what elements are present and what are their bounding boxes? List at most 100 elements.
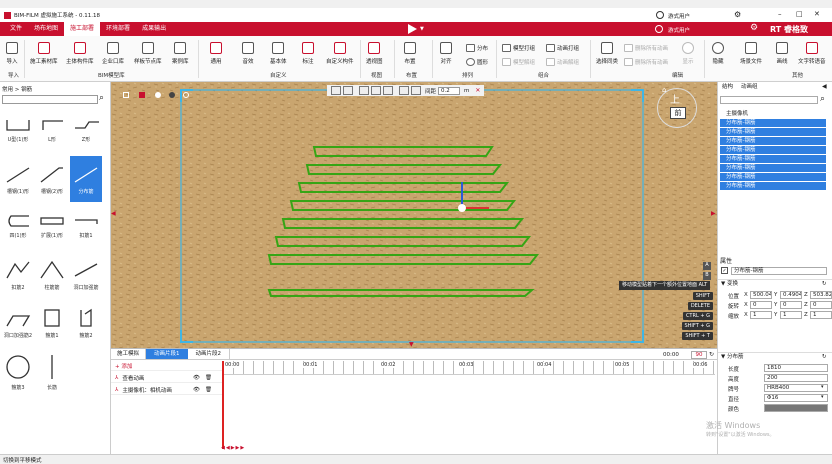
height-field[interactable]: 200	[764, 374, 828, 382]
user-label[interactable]: 游式用户	[668, 12, 690, 20]
settings-gear-icon[interactable]: ⚙	[750, 23, 758, 33]
spacing-input[interactable]: 0.2	[438, 86, 461, 95]
diameter-dropdown-icon[interactable]: ▾	[821, 394, 824, 400]
shape-column-rebar[interactable]: 柱筋筋	[36, 260, 68, 291]
align-right-icon[interactable]	[383, 86, 393, 95]
settings-icon[interactable]: ⚙	[734, 10, 741, 19]
material-library-button[interactable]: 施工素材库	[30, 42, 58, 65]
rotation-x[interactable]: 0	[750, 301, 772, 309]
tab-construction-sim[interactable]: 施工模拟	[111, 349, 147, 359]
case-library-button[interactable]: 案例库	[172, 42, 189, 65]
length-field[interactable]: 1810	[764, 364, 828, 372]
tab-animation-group[interactable]: 动画组	[737, 82, 762, 93]
menu-tab-file[interactable]: 文件	[4, 22, 28, 36]
track-camera-animation[interactable]: ⅄ 主摄像机：相机动画 👁 🗑	[111, 385, 223, 395]
circle-button[interactable]: 圆形	[466, 58, 488, 66]
close-toolbar-icon[interactable]: ✕	[475, 87, 480, 94]
stack-icon[interactable]	[399, 86, 409, 95]
menu-tab-environment[interactable]: 环境部署	[100, 22, 136, 36]
draw-line-button[interactable]: 画线	[776, 42, 788, 65]
user-avatar-icon[interactable]	[656, 11, 664, 19]
light-icon[interactable]	[155, 92, 161, 98]
visibility-icon[interactable]: 👁	[193, 387, 200, 393]
shape-u1[interactable]: U型(1)形	[2, 118, 34, 143]
close-button[interactable]: ✕	[814, 10, 820, 18]
text-to-speech-button[interactable]: 文字转语音	[798, 42, 826, 65]
snap-face-icon[interactable]	[343, 86, 353, 95]
camera-icon[interactable]	[139, 92, 145, 98]
3d-viewport[interactable]: 间距 0.2 m ✕ 上 前 ⌂ A B 移动模型贴着下一个额外位置地面 ALT…	[111, 82, 717, 348]
tab-animation-clip-1[interactable]: 动画片段1	[146, 349, 188, 359]
show-button[interactable]: 显示	[682, 42, 694, 65]
timeline-ruler[interactable]: 00:00 00:01 00:02 00:03 00:04 00:05 00:0…	[223, 361, 715, 375]
shape-z[interactable]: Z形	[70, 118, 102, 143]
tab-animation-clip-2[interactable]: 动画片段2	[188, 349, 231, 359]
shape-distribution-rebar[interactable]: 分布筋	[70, 156, 102, 202]
shape-channel-2[interactable]: 槽钢(2)形	[36, 166, 68, 195]
play-icon[interactable]	[408, 24, 417, 34]
view-cube[interactable]: 上 前	[657, 88, 697, 128]
menu-tab-site-map[interactable]: 场布地图	[28, 22, 64, 36]
group-animation-button[interactable]: 动画打组	[546, 44, 579, 52]
tree-item[interactable]: 分布筋-钢筋	[720, 119, 826, 127]
shape-opening-reinforce-2[interactable]: 洞口加强筋2	[2, 308, 34, 339]
scale-x[interactable]: 1	[750, 311, 772, 319]
render-icon[interactable]	[169, 92, 175, 98]
shape-clasp-1[interactable]: 扣筋1	[70, 214, 102, 239]
import-button[interactable]: 导入	[6, 42, 18, 65]
ungroup-animation-button[interactable]: 动画解组	[546, 58, 579, 66]
maximize-button[interactable]: □	[796, 10, 803, 18]
tree-item[interactable]: 分布筋-钢筋	[720, 128, 826, 136]
layout-button[interactable]: 布置	[404, 42, 416, 65]
home-view-icon[interactable]: ⌂	[662, 86, 666, 94]
tree-root[interactable]: 主摄像机	[726, 109, 748, 117]
side-icon-a[interactable]: A	[703, 262, 711, 270]
position-y[interactable]: 0.4904	[780, 291, 802, 299]
view-cube-front[interactable]: 前	[670, 107, 686, 119]
tree-item[interactable]: 分布筋-钢筋	[720, 146, 826, 154]
delete-track-icon[interactable]: 🗑	[205, 375, 212, 381]
enterprise-library-button[interactable]: 企业口库	[102, 42, 124, 65]
distribute-button[interactable]: 分布	[466, 44, 488, 52]
ungroup-model-button[interactable]: 模型解组	[502, 58, 535, 66]
timeline-add-row[interactable]: + 添加	[111, 361, 223, 371]
align-left-icon[interactable]	[359, 86, 369, 95]
tree-item[interactable]: 分布筋-钢筋	[720, 182, 826, 190]
select-same-button[interactable]: 选择同类	[596, 42, 618, 65]
grade-dropdown-icon[interactable]: ▾	[821, 384, 824, 390]
shape-stirrup-2[interactable]: 箍筋2	[70, 308, 102, 339]
position-z[interactable]: 503.82	[810, 291, 832, 299]
scene-file-button[interactable]: 场景文件	[740, 42, 762, 65]
custom-component-button[interactable]: 自定义构件	[326, 42, 354, 65]
sky-icon[interactable]	[183, 92, 189, 98]
view-mode-icon[interactable]	[123, 92, 129, 98]
shape-long-rebar[interactable]: 长筋	[36, 354, 68, 391]
annotation-button[interactable]: 标注	[302, 42, 314, 65]
tab-structure[interactable]: 结构	[718, 82, 737, 93]
shape-stirrup-3[interactable]: 箍筋3	[2, 354, 34, 391]
transform-reset-icon[interactable]: ↻	[822, 280, 827, 289]
search-icon[interactable]: ⌕	[99, 93, 104, 103]
rebar-header[interactable]: ▼ 分布筋 ↻	[718, 352, 832, 361]
collapse-bottom-icon[interactable]: ▼	[409, 341, 414, 348]
playback-controls[interactable]: ◀◀▶▶▶	[221, 445, 245, 451]
group-model-button[interactable]: 模型打组	[502, 44, 535, 52]
play-dropdown-icon[interactable]: ▼	[420, 26, 424, 32]
sound-button[interactable]: 音效	[242, 42, 254, 65]
shape-opening-reinforce[interactable]: 洞口加强筋	[70, 260, 102, 291]
shape-clasp-2[interactable]: 扣筋2	[2, 260, 34, 291]
add-track-button[interactable]: + 添加	[115, 362, 132, 370]
structure-search-input[interactable]	[720, 96, 818, 104]
total-frames-input[interactable]: 90	[691, 351, 707, 359]
shape-extend[interactable]: 扩展(1)形	[36, 214, 68, 239]
snap-icon[interactable]	[331, 86, 341, 95]
scale-y[interactable]: 1	[780, 311, 802, 319]
menu-tab-output[interactable]: 成果输出	[136, 22, 172, 36]
delete-track-icon[interactable]: 🗑	[205, 387, 212, 393]
grade-select[interactable]: HRB400	[764, 384, 828, 392]
template-node-button[interactable]: 样板节点库	[134, 42, 162, 65]
menu-tab-construction[interactable]: 施工部署	[64, 22, 101, 36]
shape-four[interactable]: 四(1)形	[2, 214, 34, 239]
timeline-refresh-icon[interactable]: ↻	[709, 351, 714, 358]
collapse-left-icon[interactable]: ◀	[111, 210, 116, 217]
